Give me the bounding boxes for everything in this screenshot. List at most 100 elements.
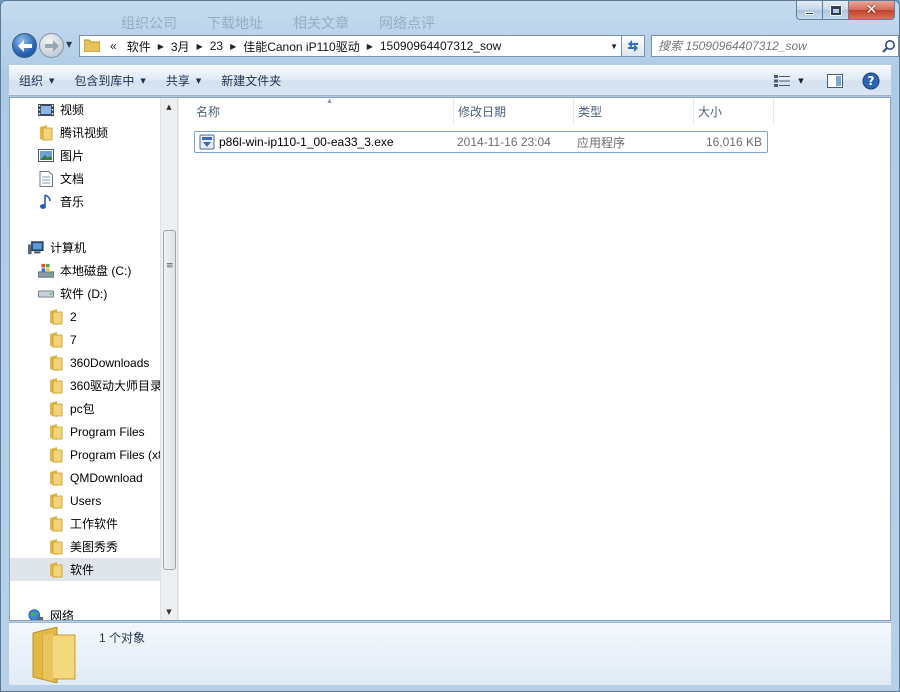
column-header-size[interactable]: 大小: [694, 98, 774, 124]
search-icon[interactable]: [880, 37, 898, 55]
arrow-right-icon: [44, 39, 59, 52]
refresh-button[interactable]: [621, 35, 645, 57]
breadcrumb-separator-icon[interactable]: ▶: [157, 42, 165, 51]
sidebar-item-folder[interactable]: 工作软件: [48, 512, 178, 535]
scrollbar-thumb[interactable]: [163, 230, 176, 570]
sidebar-item-network[interactable]: 网络: [28, 604, 176, 620]
refresh-icon: [628, 40, 638, 52]
breadcrumb-item[interactable]: 23: [204, 39, 229, 53]
change-view-button[interactable]: ▼: [767, 69, 811, 93]
network-icon: [28, 608, 44, 620]
sidebar-item-folder[interactable]: 360驱动大师目录: [48, 374, 178, 397]
column-label: 名称: [196, 104, 221, 119]
column-label: 修改日期: [458, 104, 507, 119]
help-icon: ?: [862, 72, 880, 90]
ghost-tab: 相关文章: [293, 16, 349, 32]
preview-pane-button[interactable]: [823, 69, 847, 93]
navigation-bar: ▼ « 软件 ▶ 3月 ▶ 23 ▶ 佳能Canon iP110驱动 ▶ 150…: [9, 31, 899, 61]
navigation-pane[interactable]: 视频 腾讯视频 图片 文档 音乐 计算机 本地磁盘 (C:) 软件 (D:) 2…: [10, 98, 178, 620]
new-folder-button[interactable]: 新建文件夹: [211, 69, 291, 93]
background-ghost-tabs: 组织公司 下载地址 相关文章 网络点评: [121, 13, 435, 33]
sidebar-item-computer[interactable]: 计算机: [28, 236, 176, 259]
sidebar-item-folder[interactable]: QMDownload: [48, 466, 178, 489]
sidebar-item-videos[interactable]: 视频: [38, 98, 178, 121]
folder-icon: [48, 423, 64, 440]
column-header-name[interactable]: 名称: [192, 98, 454, 124]
sidebar-item-folder[interactable]: Users: [48, 489, 178, 512]
sidebar-item-folder[interactable]: 美图秀秀: [48, 535, 178, 558]
search-box[interactable]: [651, 35, 899, 57]
sidebar-item-label: 视频: [60, 103, 85, 117]
ghost-tab: 组织公司: [121, 16, 177, 32]
include-in-library-button[interactable]: 包含到库中 ▼: [64, 69, 155, 93]
column-header-modified[interactable]: 修改日期: [454, 98, 574, 124]
folder-icon: [48, 469, 64, 486]
breadcrumb-overflow[interactable]: «: [106, 39, 121, 53]
forward-button[interactable]: [39, 33, 64, 58]
chevron-down-icon: ▼: [195, 76, 202, 85]
folder-icon: [48, 377, 64, 394]
new-folder-label: 新建文件夹: [221, 74, 282, 88]
navigation-scrollbar[interactable]: ▲ ≡ ▼: [160, 98, 177, 620]
sidebar-item-label: 7: [70, 332, 77, 347]
sidebar-item-music[interactable]: 音乐: [38, 190, 178, 213]
include-in-library-label: 包含到库中: [74, 74, 135, 88]
pane-splitter[interactable]: [177, 98, 179, 620]
sidebar-item-folder[interactable]: 2: [48, 305, 178, 328]
close-icon: ✕: [865, 2, 878, 18]
recent-pages-dropdown[interactable]: ▼: [66, 40, 72, 49]
content-area: 视频 腾讯视频 图片 文档 音乐 计算机 本地磁盘 (C:) 软件 (D:) 2…: [9, 97, 891, 621]
scrollbar-grip-icon: ≡: [166, 261, 174, 271]
folder-icon: [48, 308, 64, 325]
back-button[interactable]: [12, 33, 37, 58]
close-button[interactable]: ✕: [849, 1, 895, 20]
search-input[interactable]: [652, 39, 880, 53]
sidebar-item-folder[interactable]: Program Files: [48, 420, 178, 443]
sidebar-item-drive-d[interactable]: 软件 (D:): [38, 282, 178, 305]
sidebar-item-selected-folder[interactable]: 软件: [10, 558, 160, 581]
scroll-up-arrow-icon[interactable]: ▲: [161, 98, 177, 115]
breadcrumb-separator-icon[interactable]: ▶: [196, 42, 204, 51]
minimize-button[interactable]: [796, 1, 823, 20]
sidebar-item-tencent-video[interactable]: 腾讯视频: [38, 121, 178, 144]
breadcrumb-item[interactable]: 佳能Canon iP110驱动: [237, 38, 366, 55]
sidebar-item-label: pc包: [70, 402, 95, 416]
sidebar-item-folder[interactable]: 7: [48, 328, 178, 351]
file-size: 16,016 KB: [705, 135, 762, 149]
help-button[interactable]: ?: [859, 69, 883, 93]
folder-icon: [48, 515, 64, 532]
maximize-icon: [830, 5, 841, 15]
folder-icon: [48, 561, 64, 578]
scroll-down-arrow-icon[interactable]: ▼: [161, 603, 177, 620]
computer-icon: [28, 240, 44, 256]
details-view-icon: [774, 75, 791, 87]
share-button[interactable]: 共享 ▼: [156, 69, 211, 93]
file-list[interactable]: 名称 修改日期 类型 大小 ▲ p86l-win-ip110-1_00-ea33…: [180, 98, 890, 620]
maximize-button[interactable]: [823, 1, 849, 20]
breadcrumb-item[interactable]: 软件: [121, 38, 157, 55]
folder-icon: [83, 38, 101, 55]
column-header-type[interactable]: 类型: [574, 98, 694, 124]
sidebar-item-documents[interactable]: 文档: [38, 167, 178, 190]
breadcrumb-separator-icon[interactable]: ▶: [366, 42, 374, 51]
sort-ascending-icon: ▲: [326, 98, 333, 105]
breadcrumb-item[interactable]: 3月: [165, 38, 196, 55]
file-name: p86l-win-ip110-1_00-ea33_3.exe: [219, 135, 394, 149]
sidebar-item-folder[interactable]: Program Files (x86): [48, 443, 178, 466]
sidebar-item-folder[interactable]: pc包: [48, 397, 178, 420]
pictures-library-icon: [38, 148, 54, 164]
file-row[interactable]: p86l-win-ip110-1_00-ea33_3.exe 2014-11-1…: [194, 131, 768, 153]
sidebar-item-label: 音乐: [60, 195, 85, 209]
chevron-down-icon: ▼: [798, 77, 804, 85]
folder-icon: [48, 492, 64, 509]
preview-pane-icon: [827, 74, 843, 88]
sidebar-item-pictures[interactable]: 图片: [38, 144, 178, 167]
sidebar-item-drive-c[interactable]: 本地磁盘 (C:): [38, 259, 178, 282]
breadcrumb-item[interactable]: 15090964407312_sow: [374, 39, 507, 53]
address-dropdown-icon[interactable]: ▼: [610, 42, 618, 51]
breadcrumb-separator-icon[interactable]: ▶: [229, 42, 237, 51]
sidebar-item-label: 工作软件: [70, 517, 119, 531]
organize-button[interactable]: 组织 ▼: [9, 69, 64, 93]
sidebar-item-folder[interactable]: 360Downloads: [48, 351, 178, 374]
address-bar[interactable]: « 软件 ▶ 3月 ▶ 23 ▶ 佳能Canon iP110驱动 ▶ 15090…: [79, 35, 623, 57]
